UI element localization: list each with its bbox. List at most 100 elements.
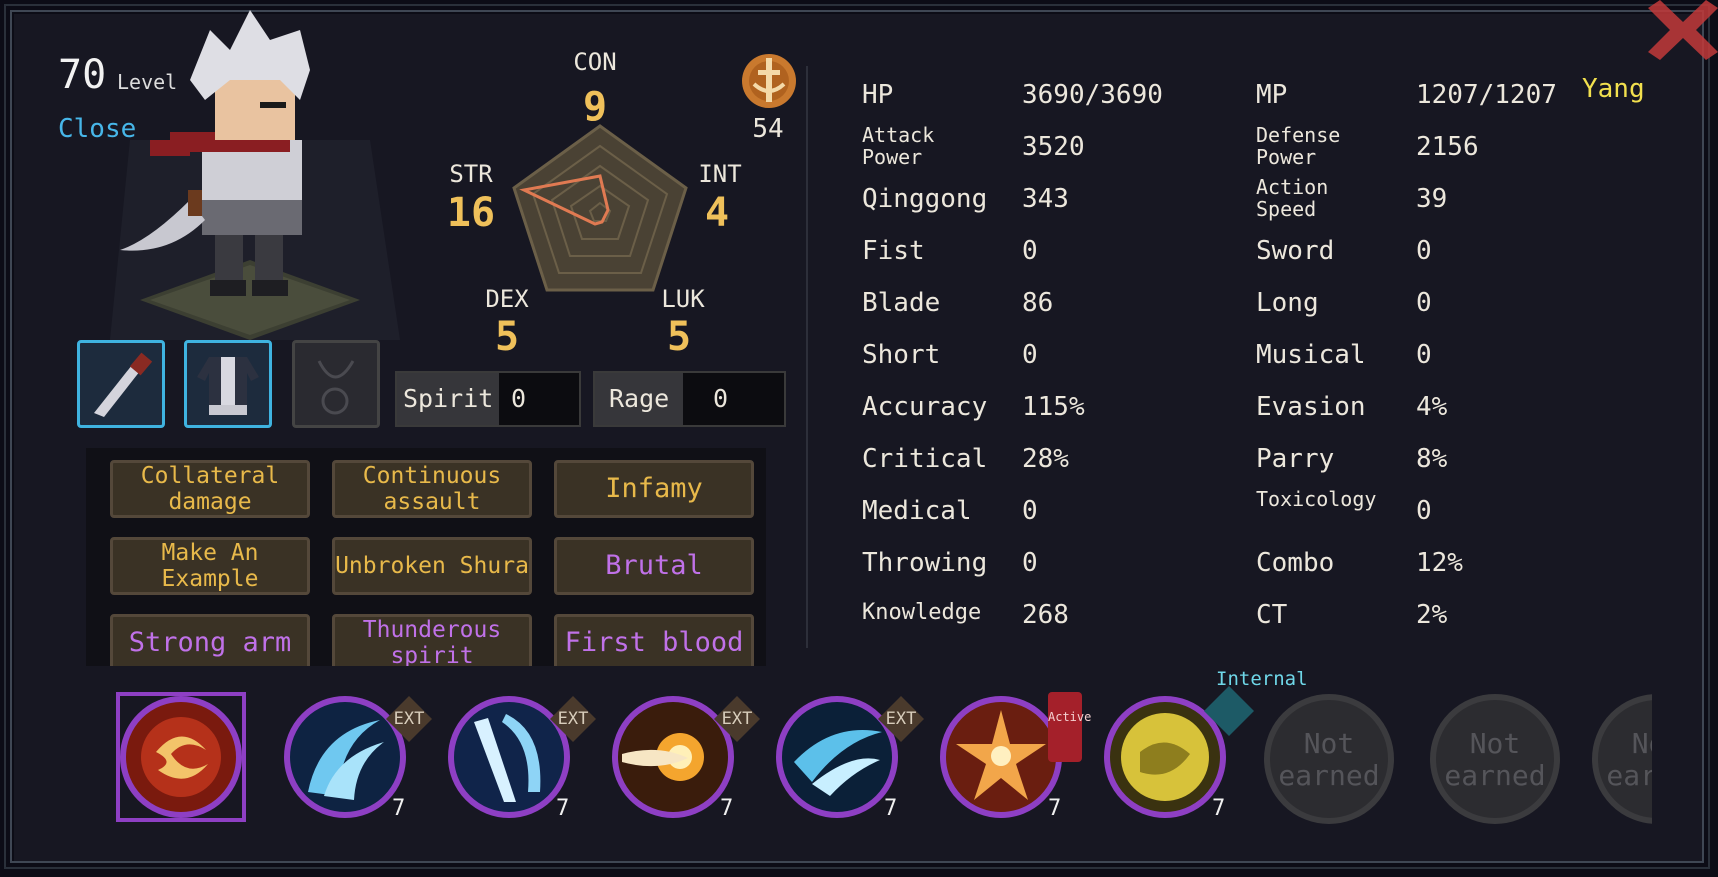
stat-value: 28% [1022,444,1069,474]
stat-value: 1207/1207 [1416,80,1557,110]
stat-value: 343 [1022,184,1069,214]
skill-level: 7 [720,796,734,821]
stat-label: MP [1256,80,1288,110]
stat-label: Evasion [1256,392,1366,422]
rage-value: 0 [713,384,729,413]
stat-value: 0 [1416,288,1432,318]
luk-value: 5 [666,314,692,360]
skill-level: 7 [556,796,570,821]
ext-tag-label: EXT [721,709,753,729]
spirit-meter: Spirit 0 [395,371,581,427]
con-label: CON [573,48,617,76]
stat-label: Qinggong [862,184,988,214]
stat-value: 12% [1416,548,1463,578]
trait-collateral-damage[interactable]: Collateral damage [110,460,310,518]
close-x-icon[interactable] [1648,0,1718,60]
stat-label: Fist [862,236,925,266]
stat-label: Attack Power [862,123,935,169]
ext-tag-label: EXT [885,709,917,729]
trait-first-blood[interactable]: First blood [554,614,754,666]
ext-tag: EXT [386,696,432,742]
dex-value: 5 [494,314,520,360]
trait-unbroken-shura[interactable]: Unbroken Shura [332,537,532,595]
stat-label: Critical [862,444,988,474]
stat-label: CT [1256,600,1288,630]
level-number: 70 [58,52,107,98]
stat-value: 2% [1416,600,1448,630]
rage-label: Rage [595,373,684,425]
trait-thunderous-spirit[interactable]: Thunderous spirit [332,614,532,666]
stat-label: Toxicology [1256,487,1377,511]
traits-panel[interactable]: Collateral damage Continuous assault Inf… [86,448,766,666]
locked-skill-slot: Not earned [1430,694,1560,824]
locked-skill-slot: Not earned [1592,694,1652,824]
rage-meter: Rage 0 [593,371,786,427]
stat-value: 39 [1416,184,1448,214]
stat-label: Parry [1256,444,1335,474]
stat-label: Sword [1256,236,1335,266]
stat-label: Action Speed [1256,175,1329,221]
stat-value: 2156 [1416,132,1479,162]
skill-level: 7 [392,796,406,821]
active-tag: Active [1048,692,1091,762]
attribute-radar-chart [512,124,688,292]
spirit-label: Spirit [397,373,500,425]
stat-label: Knowledge [862,600,982,625]
stat-label: HP [862,80,894,110]
stat-value: 3690/3690 [1022,80,1163,110]
ext-tag: EXT [550,696,596,742]
character-portrait [110,10,400,340]
emblem-value: 54 [752,114,784,144]
spirit-value: 0 [511,384,527,413]
trait-infamy[interactable]: Infamy [554,460,754,518]
skill-level: 7 [1048,796,1062,821]
ext-tag: EXT [714,696,760,742]
stat-label: Medical [862,496,972,526]
str-label: STR [449,160,493,188]
stat-label: Musical [1256,340,1366,370]
stat-label: Defense Power [1256,123,1341,169]
stat-label: Accuracy [862,392,988,422]
locked-skill-slot: Not earned [1264,694,1394,824]
weapon-slot[interactable] [77,340,165,428]
stat-value: 0 [1416,340,1432,370]
stat-label: Short [862,340,941,370]
ext-tag-label: EXT [393,709,425,729]
stat-label: Throwing [862,548,988,578]
stat-value: 0 [1022,548,1038,578]
currency-label: Yang [1582,74,1645,104]
fire-vortex-skill-icon[interactable] [116,692,246,822]
skill-level: 7 [884,796,898,821]
stat-value: 8% [1416,444,1448,474]
stat-value: 0 [1022,340,1038,370]
skill-level: 7 [1212,796,1226,821]
trait-brutal[interactable]: Brutal [554,537,754,595]
str-value: 16 [446,190,496,236]
internal-tag: Internal [1216,668,1308,690]
skill-bar-overflow[interactable]: Not earned [1592,694,1652,824]
stat-value: 0 [1416,236,1432,266]
flame-star-skill-icon[interactable] [936,692,1066,822]
stat-value: 0 [1022,496,1038,526]
stat-label: Blade [862,288,941,318]
robe-icon [197,357,259,415]
dagger-icon [94,352,153,417]
necklace-icon [317,360,355,415]
stat-value: 0 [1416,496,1432,526]
stat-value: 4% [1416,392,1448,422]
accessory-slot[interactable] [292,340,380,428]
panel-divider [806,66,808,648]
stat-value: 115% [1022,392,1085,422]
stat-value: 0 [1022,236,1038,266]
trait-strong-arm[interactable]: Strong arm [110,614,310,666]
trait-make-an-example[interactable]: Make An Example [110,537,310,595]
stat-value: 268 [1022,600,1069,630]
armor-slot[interactable] [184,340,272,428]
ext-tag-label: EXT [557,709,589,729]
trait-continuous-assault[interactable]: Continuous assault [332,460,532,518]
sword-emblem-icon [742,54,796,108]
stat-label: Combo [1256,548,1335,578]
internal-diamond-icon [1204,686,1254,736]
ext-tag: EXT [878,696,924,742]
stat-label: Long [1256,288,1319,318]
